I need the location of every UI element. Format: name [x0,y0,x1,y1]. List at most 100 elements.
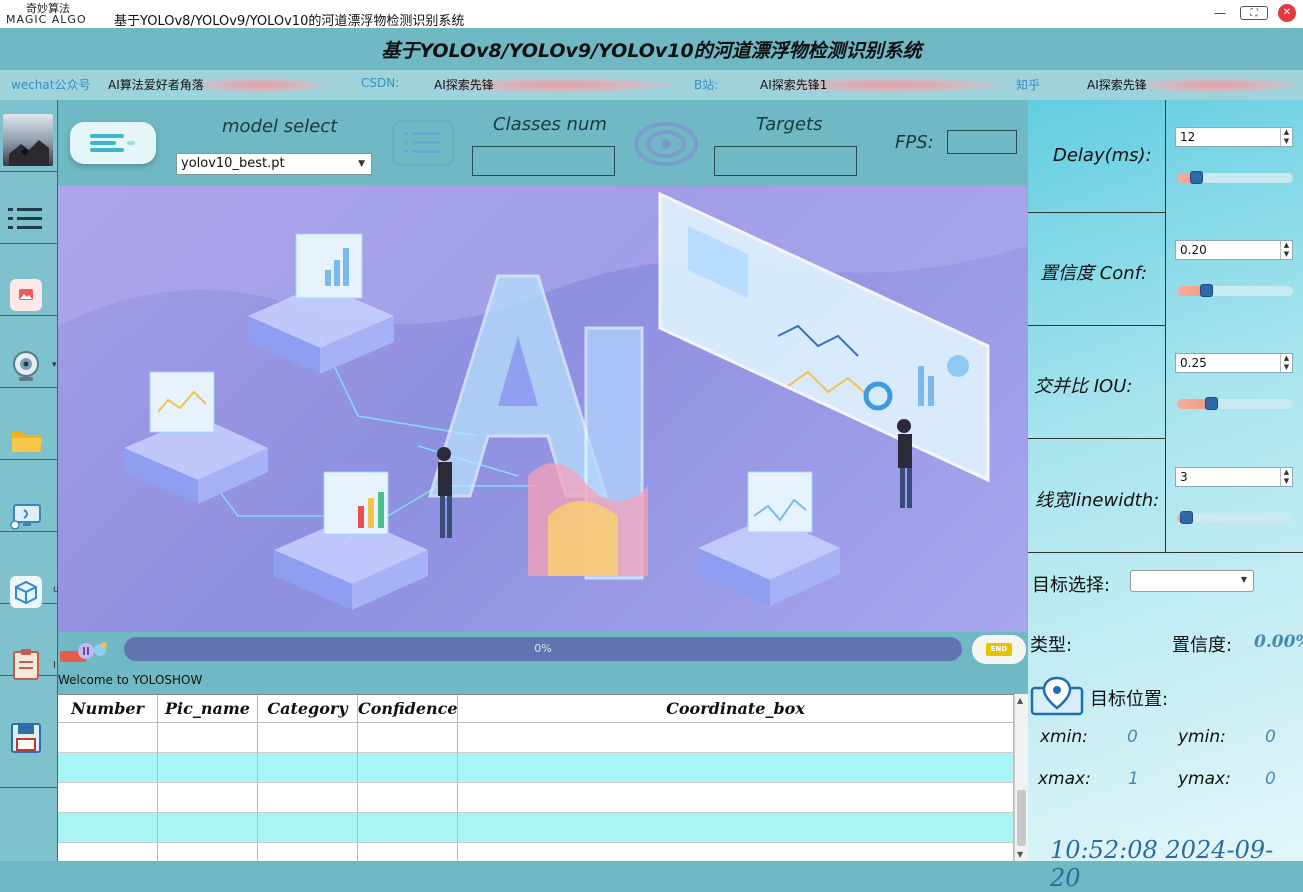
maximize-button[interactable]: ⛶ [1240,6,1268,20]
column-header-pic-name[interactable]: Pic_name [158,695,258,723]
fps-output [947,130,1017,154]
ai-letters [427,274,648,580]
table-cell [258,783,358,813]
table-cell [358,723,458,753]
bilibili-value: AI探索先锋1 [760,78,828,92]
table-cell [458,783,1014,813]
sidebar-item-camera[interactable]: ▾ [0,316,58,388]
table-row[interactable] [58,753,1014,783]
detection-display[interactable] [58,186,1027,632]
minimize-button[interactable]: — [1207,4,1233,22]
screen-cast-icon [10,504,41,530]
window-title: 基于YOLOv8/YOLOv9/YOLOv10的河道漂浮物检测识别系统 [114,14,465,29]
slider-handle[interactable] [1200,284,1213,297]
info-glow [1130,77,1300,93]
scroll-down-icon[interactable]: ▼ [1017,850,1023,859]
wechat-label: wechat公众号 [11,78,91,92]
scroll-thumb[interactable] [1017,790,1026,846]
progress-bar: 0% [124,637,962,661]
spin-arrows-icon[interactable]: ▲ ▼ [1280,354,1292,372]
type-label: 类型: [1030,635,1073,656]
sidebar-item-results[interactable]: I [0,604,58,680]
conf-spinbox[interactable]: 0.20 ▲ ▼ [1175,240,1293,260]
spin-arrows-icon[interactable]: ▲ ▼ [1280,241,1292,259]
table-cell [158,753,258,783]
table-cell [458,843,1014,861]
end-icon: END [986,643,1012,656]
table-cell [58,783,158,813]
panel-divider [1028,212,1166,213]
results-label-fragment: I [53,660,56,671]
table-cell [258,723,358,753]
linewidth-spinbox[interactable]: 3 ▲ ▼ [1175,467,1293,487]
target-icon [634,122,698,166]
sidebar-item-save[interactable] [0,676,58,788]
table-row[interactable] [58,723,1014,753]
target-select[interactable]: ▼ [1130,570,1254,592]
confidence-value: 0.00% [1254,632,1303,652]
sidebar-item-avatar[interactable] [0,100,58,172]
iou-slider[interactable] [1177,397,1293,410]
fps-label: FPS: [895,132,934,153]
xmin-value: 0 [1127,727,1138,747]
scroll-up-icon[interactable]: ▲ [1017,696,1023,705]
play-pause-button[interactable] [58,642,118,666]
clock: 10:52:08 2024-09-20 [1050,836,1274,892]
delay-spinbox[interactable]: 12 ▲ ▼ [1175,127,1293,147]
spin-arrows-icon[interactable]: ▲ ▼ [1280,128,1292,146]
column-header-number[interactable]: Number [58,695,158,723]
list-menu-icon [8,208,42,229]
sidebar-item-menu[interactable] [0,172,58,244]
desk-bottom-right [698,471,840,606]
classes-num-label: Classes num [493,114,607,135]
targets-label: Targets [756,114,823,135]
info-glow [190,77,330,93]
sidebar-item-model[interactable]: u [0,532,59,608]
xmax-value: 1 [1128,769,1139,789]
chevron-down-icon: ▼ [1240,575,1247,584]
play-pause-icon [60,642,107,662]
panel-divider [1028,552,1303,553]
bilibili-label: B站: [694,78,719,92]
sidebar-item-folder[interactable] [0,388,58,460]
delay-slider[interactable] [1177,171,1293,184]
slider-handle[interactable] [1180,511,1193,524]
delay-value: 12 [1180,130,1196,144]
confidence-label: 置信度: [1172,635,1233,656]
logo-english-text: MAGIC ALGO [6,13,87,26]
conf-slider[interactable] [1177,284,1293,297]
wechat-value: AI算法爱好者角落 [108,78,204,92]
table-row[interactable] [58,813,1014,843]
sidebar-item-image[interactable] [0,244,58,316]
winter-photo-icon [9,140,49,166]
table-cell [258,813,358,843]
table-cell [158,813,258,843]
conf-value: 0.20 [1180,243,1207,257]
table-cell [358,843,458,861]
column-header-coordinate-box[interactable]: Coordinate_box [458,695,1014,723]
desk-bottom-left [274,471,428,610]
linewidth-slider[interactable] [1177,511,1293,524]
table-cell [358,753,458,783]
column-header-category[interactable]: Category [258,695,358,723]
table-cell [258,843,358,861]
iou-spinbox[interactable]: 0.25 ▲ ▼ [1175,353,1293,373]
sidebar-item-rtsp[interactable] [0,460,58,532]
slider-handle[interactable] [1205,397,1218,410]
spin-arrows-icon[interactable]: ▲ ▼ [1280,468,1292,486]
table-row[interactable] [58,783,1014,813]
ymax-value: 0 [1265,769,1276,789]
slider-handle[interactable] [1190,171,1203,184]
table-cell [58,723,158,753]
ai-illustration [58,186,1027,610]
table-scrollbar[interactable]: ▲ ▼ [1014,694,1028,861]
linewidth-value: 3 [1180,470,1188,484]
table-row[interactable] [58,843,1014,861]
column-header-confidence[interactable]: Confidence [358,695,458,723]
model-select[interactable]: yolov10_best.pt ▼ [176,153,372,175]
ymax-label: ymax: [1178,769,1231,789]
options-button[interactable] [70,122,156,164]
close-button[interactable]: ✕ [1278,4,1296,22]
panel-divider [1028,438,1166,439]
results-table[interactable]: Number Pic_name Category Confidence Coor… [58,694,1014,861]
